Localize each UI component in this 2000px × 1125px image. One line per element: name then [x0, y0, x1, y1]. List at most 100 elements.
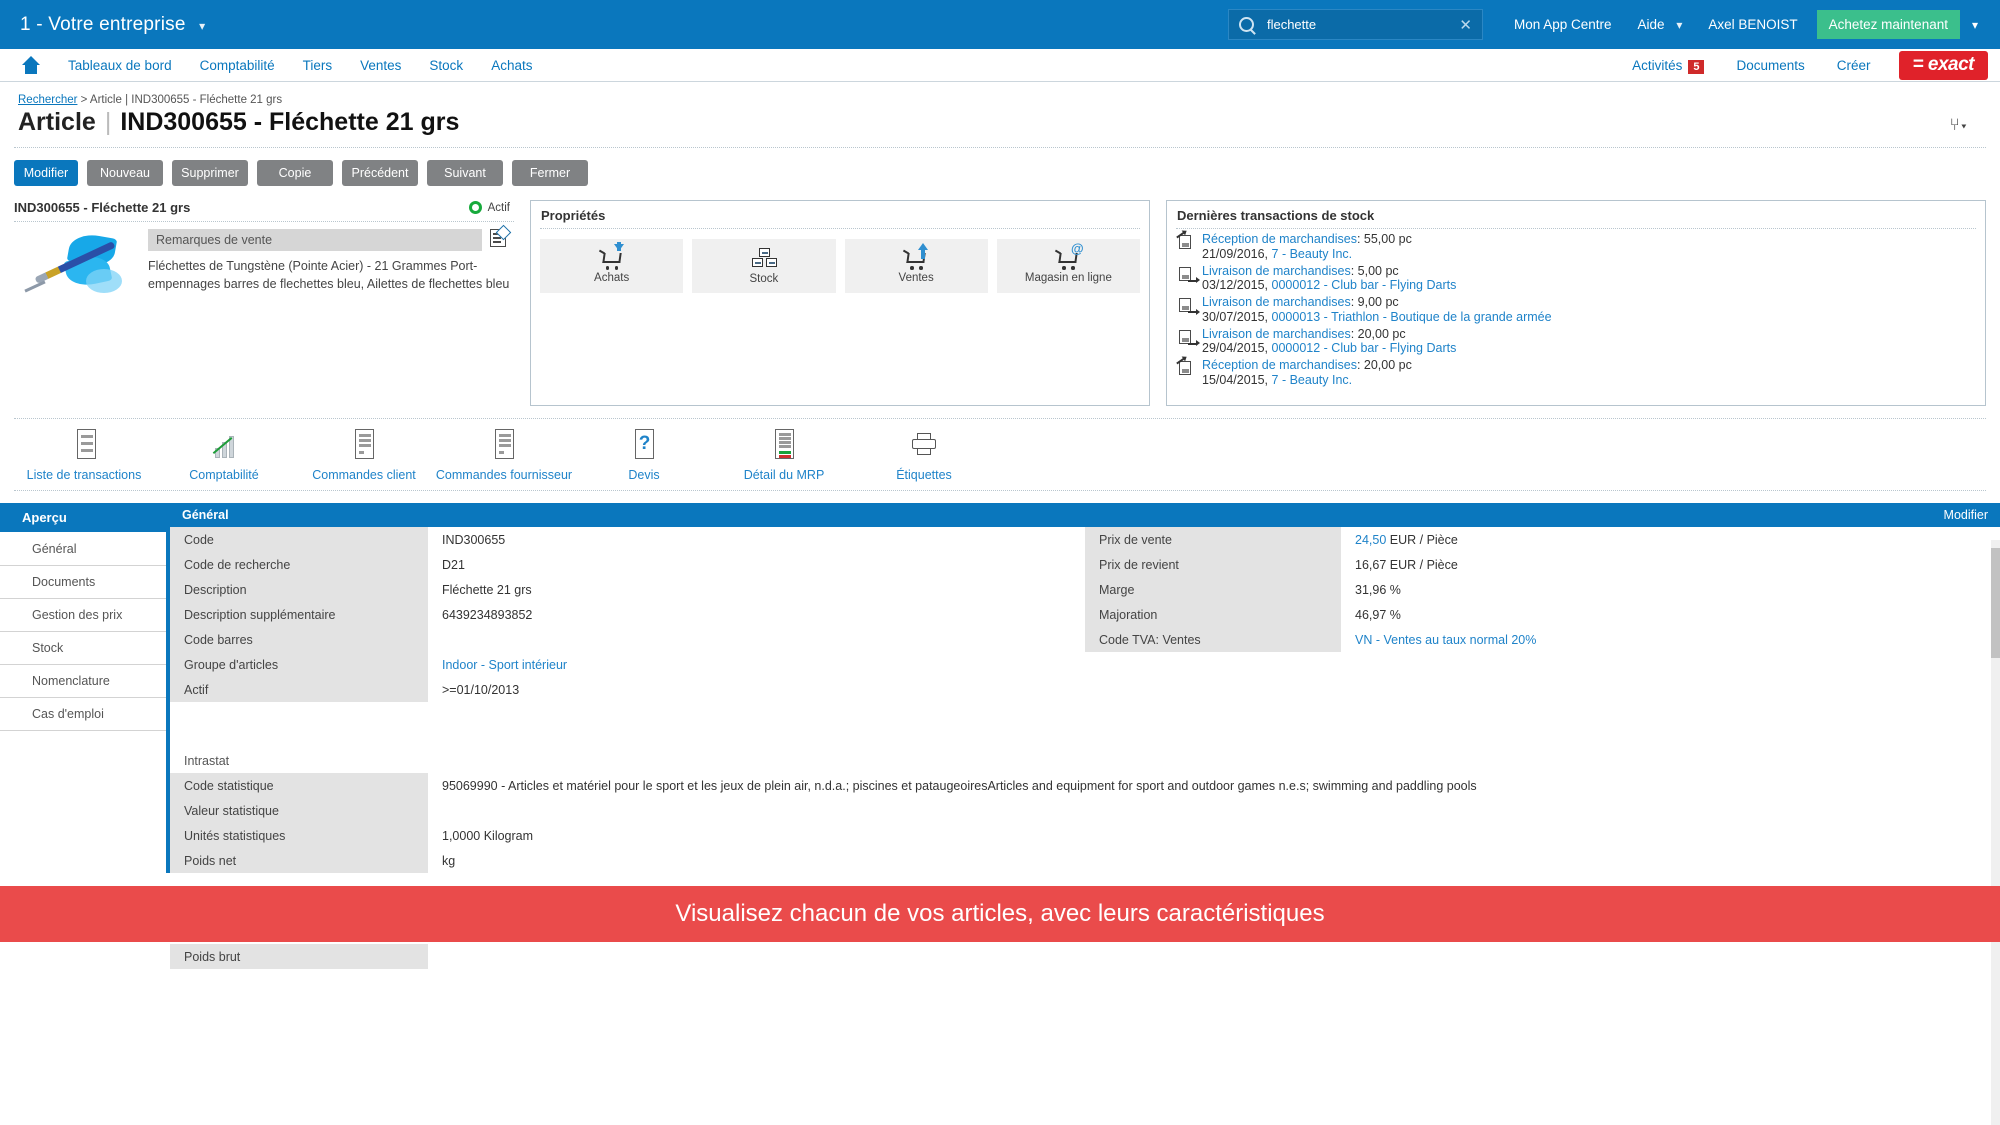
copy-button[interactable]: Copie [257, 160, 333, 186]
sidebar-item-g-n-ral[interactable]: Général [0, 532, 166, 566]
field-label: Description [170, 577, 428, 602]
tool-label: Comptabilité [189, 468, 259, 482]
printer-icon [909, 429, 939, 461]
tool-question-document[interactable]: ? Devis [574, 429, 714, 482]
next-button[interactable]: Suivant [427, 160, 503, 186]
nav-item-accounting[interactable]: Comptabilité [200, 58, 275, 73]
general-edit-link[interactable]: Modifier [1944, 508, 1988, 522]
transaction-type[interactable]: Réception de marchandises [1202, 232, 1357, 246]
transaction-list-icon [69, 429, 99, 461]
cart-online-icon: @ [1055, 241, 1083, 270]
field-label: Poids net [170, 848, 428, 873]
transaction-text: Réception de marchandises: 55,00 pc 21/09… [1202, 232, 1412, 262]
chevron-down-icon[interactable]: ▾ [1972, 18, 1978, 32]
edit-button[interactable]: Modifier [14, 160, 78, 186]
clear-search-icon[interactable]: ✕ [1459, 16, 1472, 34]
tool-transaction-list[interactable]: Liste de transactions [14, 429, 154, 482]
breadcrumb-link-search[interactable]: Rechercher [18, 94, 77, 106]
tool-chart[interactable]: Comptabilité [154, 429, 294, 482]
sidebar-item-nomenclature[interactable]: Nomenclature [0, 665, 166, 698]
field-value: >=01/10/2013 [442, 682, 520, 697]
status-label: Actif [487, 201, 510, 214]
goods-delivery-icon [1177, 297, 1200, 315]
tool-strip: Liste de transactions Comptabilité Command… [14, 418, 1986, 491]
global-search[interactable]: ✕ [1227, 9, 1483, 40]
nav-item-dashboards[interactable]: Tableaux de bord [68, 58, 172, 73]
filter-icon[interactable]: ⑂▾ [1950, 115, 1969, 135]
transaction-item[interactable]: Livraison de marchandises: 5,00 pc 03/12/… [1177, 264, 1975, 294]
transaction-party[interactable]: 0000012 - Club bar - Flying Darts [1272, 341, 1457, 355]
sidebar-item-documents[interactable]: Documents [0, 566, 166, 599]
transaction-qty: : 9,00 pc [1350, 295, 1399, 309]
transaction-item[interactable]: Réception de marchandises: 55,00 pc 21/09… [1176, 231, 1975, 262]
dart-tip-icon [24, 280, 46, 293]
tool-document[interactable]: Commandes client [294, 429, 434, 482]
transport-rows: Poids brut [170, 944, 2000, 969]
nav-item-stock[interactable]: Stock [429, 58, 463, 73]
transaction-type[interactable]: Livraison de marchandises [1202, 264, 1351, 278]
product-image [14, 229, 142, 321]
tool-mrp-document[interactable]: Détail du MRP [714, 429, 854, 482]
nav-create[interactable]: Créer [1837, 58, 1871, 73]
property-achats[interactable]: Achats [540, 239, 684, 293]
property-label: Achats [594, 271, 630, 284]
transaction-party[interactable]: 0000012 - Club bar - Flying Darts [1272, 278, 1457, 292]
sidebar-item-stock[interactable]: Stock [0, 632, 166, 665]
delete-button[interactable]: Supprimer [172, 160, 248, 186]
user-menu[interactable]: Axel BENOIST [1708, 17, 1797, 32]
transaction-party[interactable]: 7 - Beauty Inc. [1272, 247, 1353, 261]
transaction-item[interactable]: Livraison de marchandises: 9,00 pc 30/07/… [1177, 295, 1975, 325]
link-help[interactable]: Aide ▾ [1638, 17, 1683, 32]
tool-printer[interactable]: Étiquettes [854, 429, 994, 482]
field-label: Prix de vente [1085, 527, 1341, 552]
nav-item-purchases[interactable]: Achats [491, 58, 532, 73]
transaction-text: Livraison de marchandises: 5,00 pc 03/12/… [1202, 264, 1456, 294]
tool-document[interactable]: Commandes fournisseur [434, 429, 574, 482]
exact-logo[interactable]: = exact [1898, 50, 1988, 80]
chart-icon [209, 429, 239, 461]
nav-item-sales[interactable]: Ventes [360, 58, 401, 73]
tool-label: Étiquettes [896, 468, 952, 482]
nav-documents[interactable]: Documents [1736, 58, 1804, 73]
field-value[interactable]: Indoor - Sport intérieur [428, 658, 567, 672]
document-icon [349, 429, 379, 461]
transaction-party[interactable]: 0000013 - Triathlon - Boutique de la gra… [1272, 310, 1552, 324]
edit-note-icon[interactable] [490, 229, 506, 247]
field-value: D21 [442, 557, 465, 572]
transaction-type[interactable]: Livraison de marchandises [1202, 327, 1351, 341]
home-icon[interactable] [20, 56, 42, 74]
field-label: Majoration [1085, 602, 1341, 627]
property-magasin-en-ligne[interactable]: @ Magasin en ligne [996, 239, 1140, 293]
field-row: Groupe d'articles Indoor - Sport intérieu… [170, 652, 1085, 677]
nav-activities[interactable]: Activités 5 [1632, 58, 1705, 74]
close-button[interactable]: Fermer [512, 160, 588, 186]
field-value: 24,50 EUR / Pièce [1355, 532, 1458, 547]
field-value[interactable]: VN - Ventes au taux normal 20% [1341, 633, 1536, 647]
new-button[interactable]: Nouveau [87, 160, 163, 186]
transaction-item[interactable]: Réception de marchandises: 20,00 pc 15/04… [1176, 357, 1975, 388]
page-title-record: IND300655 - Fléchette 21 grs [120, 108, 460, 136]
company-selector[interactable]: 1 - Votre entreprise ▾ [12, 14, 205, 36]
sidebar: Aperçu Général Documents Gestion des prix S… [0, 503, 170, 873]
search-input[interactable] [1264, 16, 1460, 33]
general-columns: Code IND300655 Code de recherche D21 Descrip… [170, 527, 2000, 702]
property-stock[interactable]: Stock [692, 239, 836, 293]
transaction-type[interactable]: Livraison de marchandises [1202, 295, 1351, 309]
transaction-type[interactable]: Réception de marchandises [1202, 358, 1357, 372]
transaction-party[interactable]: 7 - Beauty Inc. [1272, 373, 1353, 387]
field-row: Prix de vente 24,50 EUR / Pièce [1085, 527, 2000, 552]
sidebar-item-cas-d-emploi[interactable]: Cas d'emploi [0, 698, 166, 731]
link-app-centre[interactable]: Mon App Centre [1514, 17, 1612, 32]
vertical-scrollbar-thumb[interactable] [1991, 548, 2000, 658]
field-row: Code barres [170, 627, 1085, 652]
nav-item-parties[interactable]: Tiers [303, 58, 333, 73]
property-ventes[interactable]: Ventes [844, 239, 988, 293]
previous-button[interactable]: Précédent [342, 160, 418, 186]
transaction-text: Réception de marchandises: 20,00 pc 15/04… [1202, 358, 1412, 388]
buy-now-button[interactable]: Achetez maintenant [1816, 10, 1960, 39]
transaction-qty: : 20,00 pc [1350, 326, 1406, 341]
sidebar-item-gestion-des-prix[interactable]: Gestion des prix [0, 599, 166, 632]
status-dot-icon [468, 201, 482, 214]
field-value: 31,96 % [1355, 582, 1401, 597]
transaction-item[interactable]: Livraison de marchandises: 20,00 pc 29/04… [1177, 327, 1975, 357]
